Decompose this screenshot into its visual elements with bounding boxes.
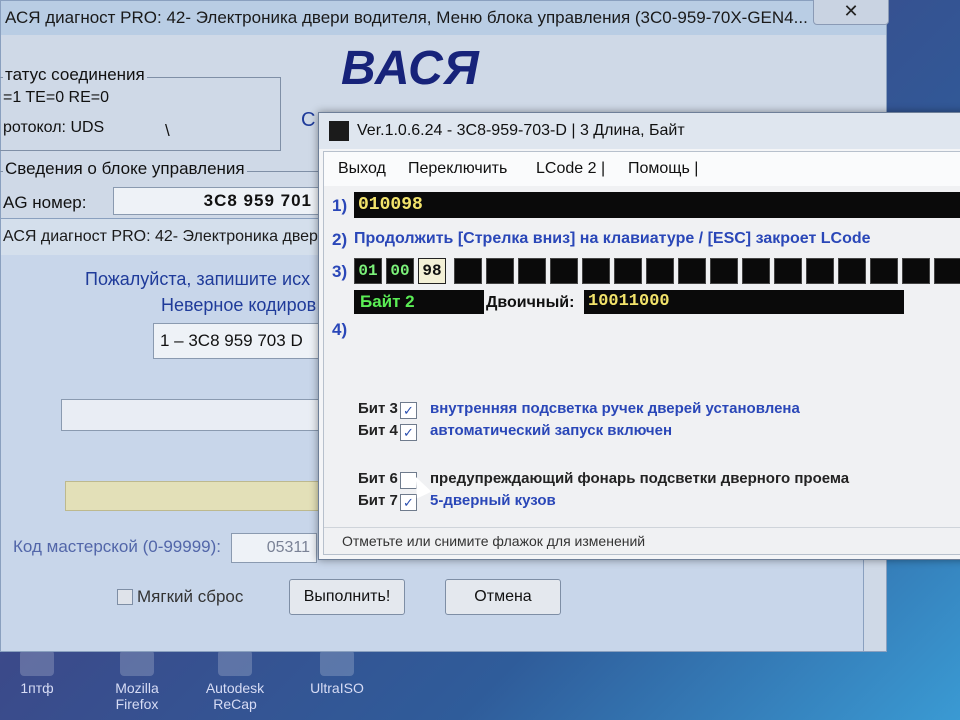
bit-number: Бит 3 <box>358 400 398 417</box>
desktop-icon-firefox[interactable]: Mozilla Firefox <box>102 650 172 712</box>
desktop-icon-ultraiso[interactable]: UltraISO <box>302 650 372 696</box>
row-number-1: 1) <box>332 196 348 215</box>
bit-number: Бит 6 <box>358 470 398 487</box>
cancel-button[interactable]: Отмена <box>445 579 561 615</box>
bit-description: автоматический запуск включен <box>430 422 673 439</box>
menu-lcode2[interactable]: LCode 2 | <box>536 152 605 186</box>
byte-box[interactable]: 00 <box>386 258 414 284</box>
byte-box[interactable] <box>870 258 898 284</box>
bit-description: внутренняя подсветка ручек дверей устано… <box>430 400 800 417</box>
vag-number-field: 3C8 959 701 <box>113 187 319 215</box>
byte-box[interactable] <box>582 258 610 284</box>
lcode-window: Ver.1.0.6.24 - 3C8-959-703-D | 3 Длина, … <box>318 112 960 560</box>
bit-description: предупреждающий фонарь подсветки дверног… <box>430 470 850 487</box>
binary-label: Двоичный: <box>486 294 575 311</box>
menu-help[interactable]: Помощь | <box>628 152 698 186</box>
bit-checkbox-checked[interactable]: ✓ <box>400 402 417 419</box>
main-window-title: АСЯ диагност PRO: 42- Электроника двери … <box>1 1 886 35</box>
byte-box[interactable] <box>742 258 770 284</box>
byte-box[interactable] <box>550 258 578 284</box>
soft-reset-label: Мягкий сброс <box>137 587 244 606</box>
control-unit-legend: Сведения о блоке управления <box>3 159 247 179</box>
app-icon <box>329 121 349 141</box>
byte-box[interactable] <box>678 258 706 284</box>
desktop-icon-1ptf[interactable]: 1птф <box>2 650 72 696</box>
bit-checkbox-checked[interactable]: ✓ <box>400 494 417 511</box>
desktop-icon-label: 1птф <box>20 680 54 696</box>
partial-text: С <box>301 109 316 131</box>
byte-label: Байт 2 <box>354 290 484 314</box>
close-button[interactable]: ✕ <box>813 0 889 25</box>
byte-box[interactable] <box>806 258 834 284</box>
workshop-code-label: Код мастерской (0-99999): <box>13 537 222 556</box>
navigation-hint: Продолжить [Стрелка вниз] на клавиатуре … <box>354 230 871 247</box>
byte-box[interactable] <box>934 258 960 284</box>
menu-bar: Выход Переключить LCode 2 | Помощь | <box>324 152 960 187</box>
row-number-4: 4) <box>332 320 348 339</box>
byte-box[interactable] <box>486 258 514 284</box>
desktop-icon-label: UltraISO <box>310 680 364 696</box>
row-number-3: 3) <box>332 262 348 281</box>
byte-box[interactable] <box>614 258 642 284</box>
connection-protocol: ротокол: UDS <box>3 119 105 136</box>
bit-number: Бит 7 <box>358 492 398 509</box>
vasya-logo: ВАСЯ <box>341 42 480 95</box>
coding-input-field[interactable] <box>61 399 323 431</box>
menu-switch[interactable]: Переключить <box>408 152 507 186</box>
byte-box[interactable] <box>518 258 546 284</box>
desktop-icon-recap[interactable]: Autodesk ReCap <box>200 650 270 712</box>
binary-value: 10011000 <box>584 290 904 314</box>
status-bar: Отметьте или снимите флажок для изменени… <box>324 527 960 554</box>
byte-strip: 01 00 98 <box>354 258 960 284</box>
lcode-client: Выход Переключить LCode 2 | Помощь | 1) … <box>323 151 960 555</box>
recap-icon <box>218 650 252 676</box>
byte-box[interactable] <box>710 258 738 284</box>
connection-spinner: \ <box>165 121 170 140</box>
byte-box[interactable] <box>454 258 482 284</box>
bit-description: 5-дверный кузов <box>430 492 556 509</box>
desktop-icon-label: Autodesk ReCap <box>205 680 265 712</box>
execute-button[interactable]: Выполнить! <box>289 579 405 615</box>
instruction-line-2: Неверное кодиров <box>161 295 317 315</box>
close-icon: ✕ <box>843 1 859 21</box>
coding-combo[interactable]: 1 – 3C8 959 703 D <box>153 323 327 359</box>
folder-icon <box>20 650 54 676</box>
workshop-code-field[interactable]: 05311 <box>231 533 317 563</box>
bit-checkbox-checked[interactable]: ✓ <box>400 424 417 441</box>
lcode-title: Ver.1.0.6.24 - 3C8-959-703-D | 3 Длина, … <box>357 122 685 139</box>
row-number-2: 2) <box>332 230 348 249</box>
byte-box[interactable] <box>774 258 802 284</box>
soft-reset-checkbox[interactable] <box>117 589 133 605</box>
instruction-line-1: Пожалуйста, запишите исх <box>85 269 311 289</box>
byte-box-selected[interactable]: 98 <box>418 258 446 284</box>
progress-field <box>65 481 323 511</box>
menu-exit[interactable]: Выход <box>338 152 386 186</box>
ultraiso-icon <box>320 650 354 676</box>
lcode-body: 1) 010098 2) Продолжить [Стрелка вниз] н… <box>324 186 960 554</box>
lcode-title-bar: Ver.1.0.6.24 - 3C8-959-703-D | 3 Длина, … <box>319 113 960 149</box>
byte-box[interactable] <box>838 258 866 284</box>
byte-box[interactable] <box>902 258 930 284</box>
byte-box[interactable]: 01 <box>354 258 382 284</box>
byte-box[interactable] <box>646 258 674 284</box>
connection-line-1: =1 TE=0 RE=0 <box>3 89 109 106</box>
vag-number-label: AG номер: <box>3 193 87 212</box>
bit-number: Бит 4 <box>358 422 398 439</box>
coding-value-bar[interactable]: 010098 <box>354 192 960 218</box>
connection-status-legend: татус соединения <box>3 65 147 85</box>
firefox-icon <box>120 650 154 676</box>
desktop-icon-label: Mozilla Firefox <box>115 680 159 712</box>
